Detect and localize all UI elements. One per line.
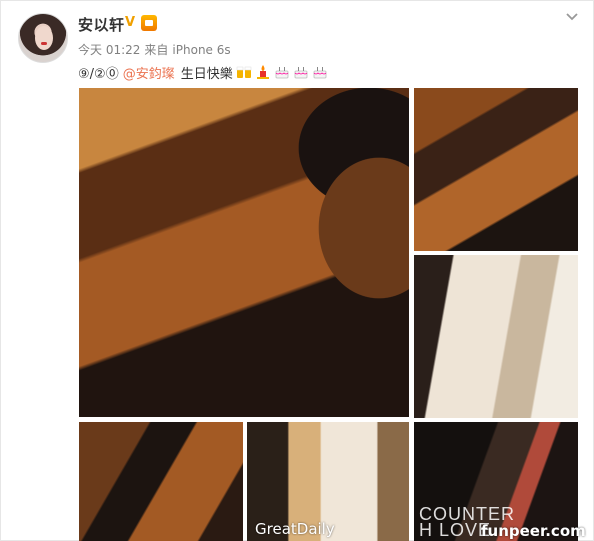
weibo-post-card: 安以轩 V 今天 01:22 来自 iPhone 6s ⑨/②⓪ @安鈞璨 生日快樂 — [0, 0, 594, 541]
cake-icon — [294, 67, 308, 79]
funpeer-watermark: funpeer.com — [481, 522, 586, 540]
cake-icon — [275, 67, 289, 79]
post-time[interactable]: 今天 01:22 — [78, 43, 140, 57]
avatar-lips — [41, 42, 47, 45]
post-photo-3[interactable] — [414, 255, 578, 418]
user-avatar[interactable] — [18, 13, 68, 63]
beer-cheers-icon — [236, 66, 251, 78]
mention-link[interactable]: @安鈞璨 — [123, 63, 175, 82]
post-photo-4[interactable] — [79, 422, 243, 541]
post-meta: 今天 01:22 来自 iPhone 6s — [78, 41, 235, 58]
post-text: ⑨/②⓪ @安鈞璨 生日快樂 — [78, 61, 328, 83]
post-photo-2[interactable] — [414, 88, 578, 251]
chevron-down-icon[interactable] — [564, 9, 580, 25]
post-photo-main[interactable] — [79, 88, 409, 417]
post-device: iPhone 6s — [172, 43, 231, 57]
verified-v-icon[interactable]: V — [125, 16, 139, 30]
greatdaily-watermark: GreatDaily — [255, 520, 335, 538]
post-source-prefix: 来自 — [144, 43, 169, 57]
username-link[interactable]: 安以轩 — [78, 14, 125, 35]
avatar-face — [35, 26, 53, 50]
candle-icon — [256, 65, 269, 79]
vip-crown-icon[interactable] — [141, 15, 157, 31]
post-prefix: ⑨/②⓪ — [78, 66, 119, 82]
post-body-text: 生日快樂 — [180, 66, 233, 82]
cake-icon — [313, 67, 327, 79]
